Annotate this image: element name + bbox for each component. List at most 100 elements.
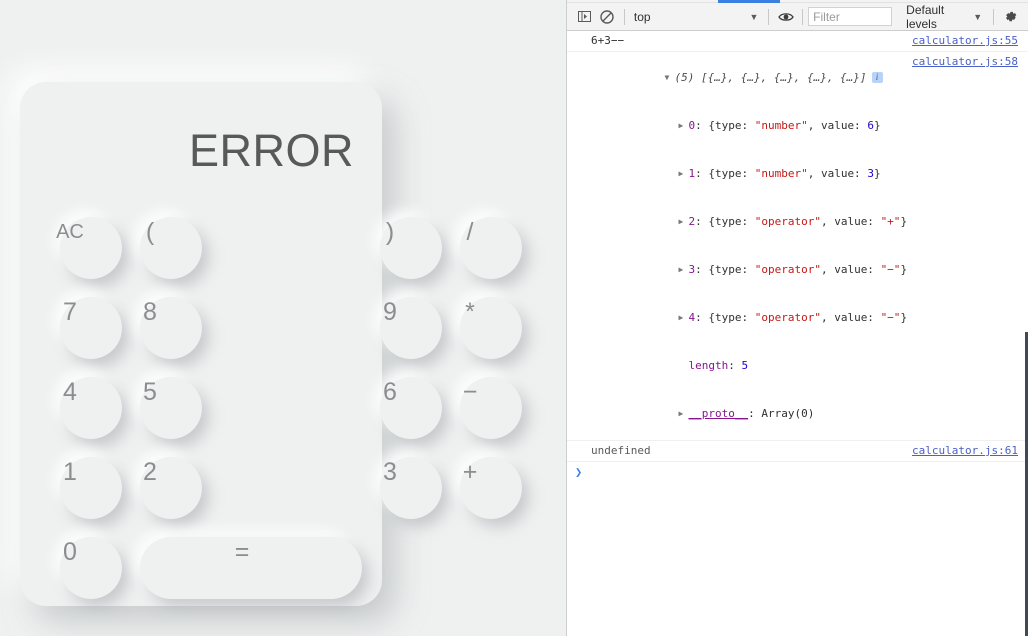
proto-label: __proto__	[688, 407, 749, 420]
execution-context-label: top	[633, 9, 651, 24]
key-close-paren[interactable]: )	[362, 204, 442, 284]
array-length-prefix: (5)	[674, 71, 695, 84]
console-message-text: undefined	[591, 444, 651, 457]
key-3-label: 3	[383, 457, 397, 486]
entry-open: {type:	[708, 263, 755, 276]
console-message-list: 6+3−− calculator.js:55 ▼ (5) [{…}, {…}, {…	[567, 31, 1028, 635]
key-4[interactable]: 4	[42, 364, 122, 444]
key-8[interactable]: 8	[122, 284, 202, 364]
disclosure-triangle-open-icon[interactable]: ▼	[664, 70, 674, 86]
length-label: length	[688, 359, 729, 372]
entry-mid: , value:	[820, 263, 881, 276]
key-1-label: 1	[63, 457, 77, 486]
key-multiply[interactable]: *	[442, 284, 522, 364]
array-entry-row[interactable]: ▶ 2: {type: "operator", value: "+"}	[585, 198, 907, 246]
key-6[interactable]: 6	[362, 364, 442, 444]
key-2-label: 2	[143, 457, 157, 486]
console-message[interactable]: ▼ (5) [{…}, {…}, {…}, {…}, {…}] i ▶ 0: {typ…	[567, 52, 1028, 441]
key-2[interactable]: 2	[122, 444, 202, 524]
entry-close: }	[900, 263, 908, 276]
devtools-tabstrip	[567, 0, 1028, 3]
length-value: 5	[741, 359, 749, 372]
toolbar-divider-1	[623, 8, 625, 25]
disclosure-triangle-icon[interactable]: ▶	[678, 118, 688, 134]
console-message[interactable]: undefined calculator.js:61	[567, 441, 1028, 462]
key-equals-label: =	[234, 537, 250, 566]
key-5[interactable]: 5	[122, 364, 202, 444]
entry-value: "+"	[880, 215, 901, 228]
entry-value: "−"	[880, 311, 901, 324]
chevron-down-icon: ▼	[973, 11, 983, 22]
entry-open: {type:	[708, 167, 755, 180]
proto-value: Array(0)	[761, 407, 815, 420]
key-3[interactable]: 3	[362, 444, 442, 524]
key-0[interactable]: 0	[42, 524, 122, 604]
console-prompt[interactable]: ❯	[567, 462, 1028, 482]
array-entry-row[interactable]: ▶ 1: {type: "number", value: 3}	[585, 150, 898, 198]
entry-value: "−"	[880, 263, 901, 276]
key-9[interactable]: 9	[362, 284, 442, 364]
disclosure-triangle-icon[interactable]: ▶	[678, 310, 688, 326]
entry-mid: , value:	[807, 119, 868, 132]
entry-mid: , value:	[820, 215, 881, 228]
log-levels-select[interactable]: Default levels ▼	[900, 3, 988, 31]
key-6-label: 6	[383, 377, 397, 406]
screen-root: ERROR AC () / 7 8 9 * 4 5 6 − 1 2 3 +0 = top …	[0, 0, 1028, 636]
console-prompt-input[interactable]	[582, 465, 1028, 479]
key-1[interactable]: 1	[42, 444, 122, 524]
gear-icon[interactable]	[999, 6, 1022, 28]
key-subtract-label: −	[462, 377, 478, 406]
key-divide-label: /	[466, 217, 474, 246]
toolbar-divider-2	[768, 8, 770, 25]
key-add[interactable]: +	[442, 444, 522, 524]
array-summary-body: [{…}, {…}, {…}, {…}, {…}]	[700, 71, 867, 84]
entry-type: "operator"	[754, 263, 821, 276]
toolbar-divider-3	[802, 8, 804, 25]
show-console-sidebar-icon[interactable]	[573, 6, 596, 28]
entry-open: {type:	[708, 119, 755, 132]
entry-open: {type:	[708, 215, 755, 228]
disclosure-triangle-icon[interactable]: ▶	[678, 262, 688, 278]
entry-close: }	[900, 311, 908, 324]
execution-context-select[interactable]: top ▼	[630, 7, 764, 27]
clear-console-icon[interactable]	[596, 6, 619, 28]
entry-type: "operator"	[754, 215, 821, 228]
console-message[interactable]: 6+3−− calculator.js:55	[567, 31, 1028, 52]
key-add-label: +	[462, 457, 478, 486]
entry-mid: , value:	[820, 311, 881, 324]
array-entry-row[interactable]: ▶ 3: {type: "operator", value: "−"}	[585, 246, 907, 294]
calculator-page: ERROR AC () / 7 8 9 * 4 5 6 − 1 2 3 +0 =	[0, 0, 566, 636]
filter-input[interactable]	[808, 7, 893, 26]
key-0-label: 0	[63, 537, 77, 566]
console-message-source[interactable]: calculator.js:55	[912, 33, 1018, 49]
array-entry-row[interactable]: ▶ 0: {type: "number", value: 6}	[585, 102, 898, 150]
disclosure-triangle-icon[interactable]: ▶	[678, 406, 688, 422]
array-entry-row[interactable]: ▶ 4: {type: "operator", value: "−"}	[585, 294, 907, 342]
info-badge-icon[interactable]: i	[871, 72, 883, 83]
array-proto-row[interactable]: ▶ __proto__: Array(0)	[585, 390, 898, 438]
console-message-source[interactable]: calculator.js:61	[912, 443, 1018, 459]
console-message-source[interactable]: calculator.js:58	[912, 54, 1018, 70]
key-open-paren[interactable]: (	[122, 204, 202, 284]
key-8-label: 8	[143, 297, 157, 326]
live-expression-eye-icon[interactable]	[774, 6, 797, 28]
prompt-chevron-icon: ❯	[575, 465, 583, 479]
disclosure-triangle-icon[interactable]: ▶	[678, 166, 688, 182]
entry-close: }	[900, 215, 908, 228]
toolbar-divider-4	[993, 8, 995, 25]
calculator-keypad: AC () / 7 8 9 * 4 5 6 − 1 2 3 +0 =	[42, 204, 522, 604]
key-4-label: 4	[63, 377, 77, 406]
key-ac[interactable]: AC	[42, 204, 122, 284]
key-5-label: 5	[143, 377, 157, 406]
key-ac-label: AC	[56, 221, 84, 243]
array-summary-row[interactable]: ▼ (5) [{…}, {…}, {…}, {…}, {…}] i	[585, 54, 898, 102]
calculator-display: ERROR	[40, 104, 362, 196]
key-7[interactable]: 7	[42, 284, 122, 364]
key-divide[interactable]: /	[442, 204, 522, 284]
disclosure-triangle-icon[interactable]: ▶	[678, 214, 688, 230]
key-equals[interactable]: =	[122, 524, 362, 604]
active-tab-indicator	[718, 0, 780, 3]
entry-close: }	[873, 167, 881, 180]
key-subtract[interactable]: −	[442, 364, 522, 444]
